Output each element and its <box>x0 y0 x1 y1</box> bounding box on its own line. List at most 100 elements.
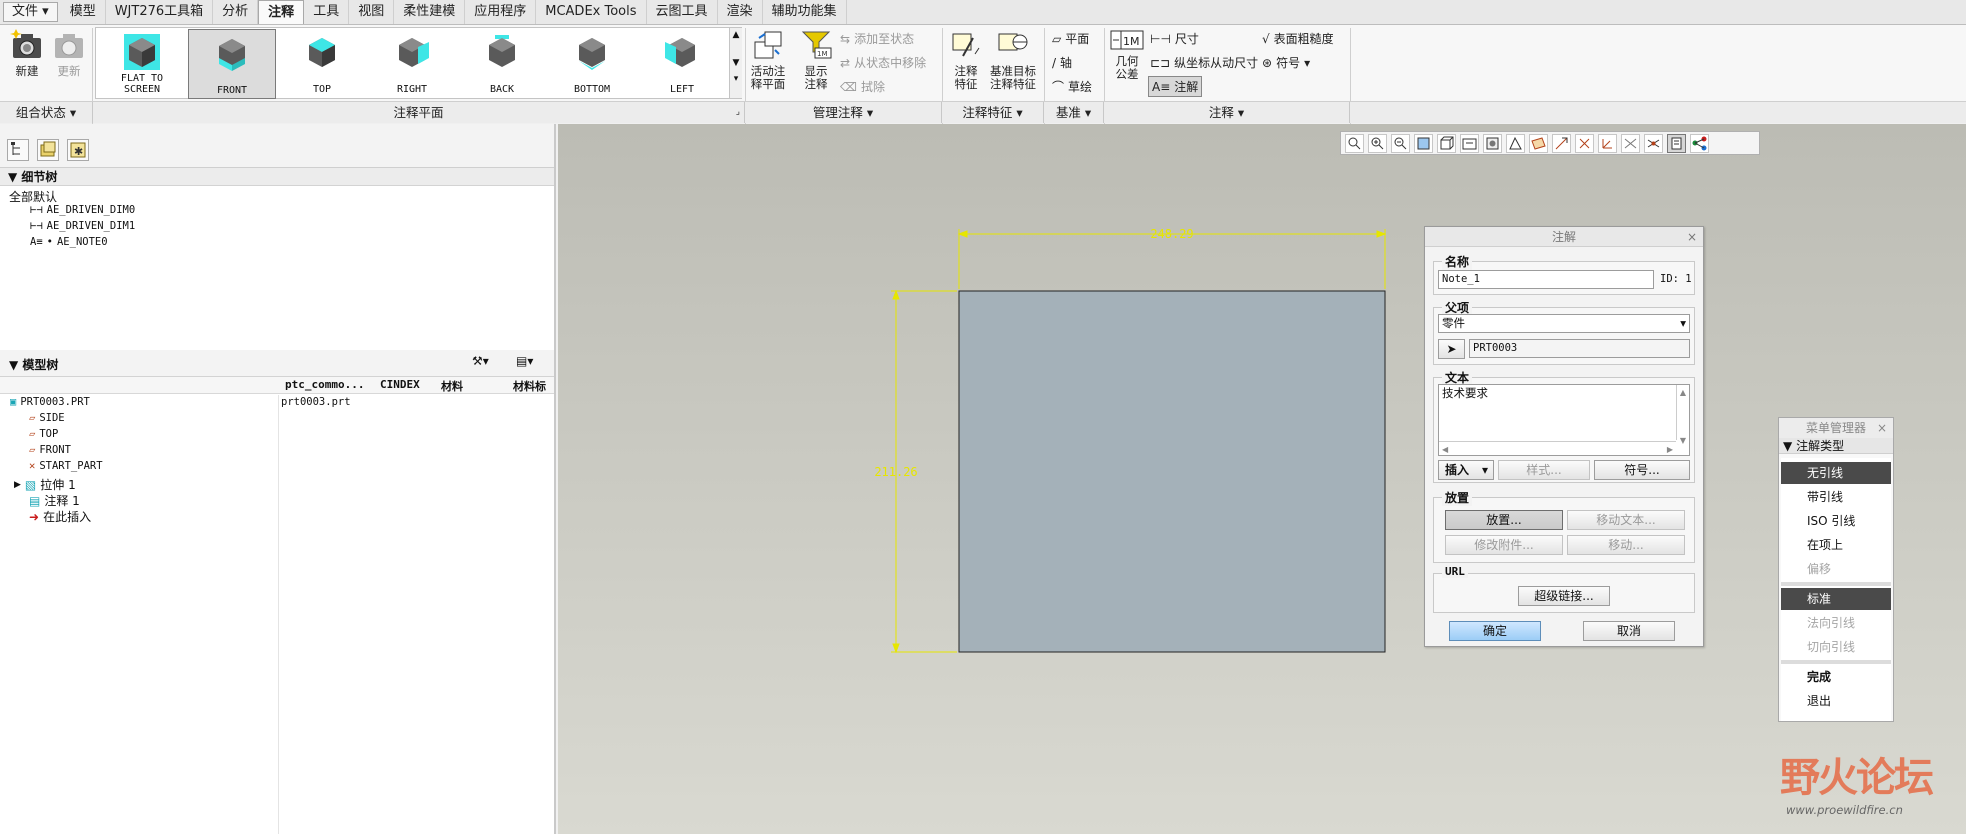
folder-browser-tab[interactable] <box>37 139 59 161</box>
symbol-button[interactable]: 符号... <box>1594 460 1690 480</box>
detail-item[interactable]: ⊢⊣ AE_DRIVEN_DIM1 <box>30 220 135 232</box>
gallery-scrollbar[interactable]: ▲ ▼ ▾ <box>729 28 742 98</box>
datum-plane-button[interactable]: ▱ 平面 <box>1052 30 1089 47</box>
view-flat-to-screen[interactable]: FLAT TO SCREEN <box>98 29 186 99</box>
tab-analysis[interactable]: 分析 <box>213 0 259 24</box>
tree-item-top[interactable]: ▱ TOP <box>29 428 58 440</box>
menu-item-iso-leader[interactable]: ISO 引线 <box>1781 510 1891 532</box>
detail-tree-header[interactable]: ▼ 细节树 <box>0 168 554 186</box>
file-menu[interactable]: 文件 ▾ <box>3 2 58 22</box>
tab-applications[interactable]: 应用程序 <box>465 0 537 24</box>
close-icon[interactable]: × <box>1687 227 1697 247</box>
menu-item-done[interactable]: 完成 <box>1781 666 1891 688</box>
menu-item-normal-leader[interactable]: 法向引线 <box>1781 612 1891 634</box>
tree-settings-icon[interactable]: ⚒▾ <box>472 354 489 368</box>
menu-item-offset[interactable]: 偏移 <box>1781 558 1891 580</box>
datum-axis-button[interactable]: / 轴 <box>1052 54 1072 71</box>
tree-root[interactable]: ▣ PRT0003.PRT <box>10 396 90 408</box>
hyperlink-button[interactable]: 超级链接... <box>1518 586 1610 606</box>
annotation-button[interactable]: A≡ 注解 <box>1148 76 1203 97</box>
surface-finish-button[interactable]: √ 表面粗糙度 <box>1262 30 1334 47</box>
group-combo-state[interactable]: 组合状态 ▾ <box>0 102 93 123</box>
annotation-feature-button[interactable]: 注释 特征 <box>946 28 986 91</box>
show-annotations-button[interactable]: 1M 显示 注释 <box>796 28 836 91</box>
column-ptc-common[interactable]: ptc_commo... <box>285 378 364 391</box>
favorites-tab[interactable]: ✱ <box>67 139 89 161</box>
erase-button[interactable]: ⌫ 拭除 <box>840 78 885 95</box>
tab-flexible-modeling[interactable]: 柔性建模 <box>394 0 466 24</box>
text-vscrollbar[interactable]: ▲ ▼ <box>1676 385 1689 445</box>
menu-item-standard[interactable]: 标准 <box>1781 588 1891 610</box>
geometric-tolerance-button[interactable]: 1M 几何 公差 <box>1108 28 1146 81</box>
tree-item-annotation[interactable]: ▤ 注释 1 <box>29 492 80 509</box>
datum-target-button[interactable]: 基准目标 注释特征 <box>986 28 1040 91</box>
dimension-button[interactable]: ⊢⊣ 尺寸 <box>1150 30 1199 47</box>
remove-from-state-button[interactable]: ⇄ 从状态中移除 <box>840 54 926 71</box>
group-manage-annotations[interactable]: 管理注释 ▾ <box>745 102 942 123</box>
insert-button[interactable]: 插入 ▾ <box>1438 460 1494 480</box>
menu-item-quit[interactable]: 退出 <box>1781 690 1891 712</box>
group-datum[interactable]: 基准 ▾ <box>1044 102 1104 123</box>
tab-model[interactable]: 模型 <box>61 0 106 24</box>
tab-tools[interactable]: 工具 <box>304 0 350 24</box>
menu-item-with-leader[interactable]: 带引线 <box>1781 486 1891 508</box>
modify-attachment-button[interactable]: 修改附件... <box>1445 535 1563 555</box>
text-hscrollbar[interactable]: ◀ ▶ <box>1439 441 1676 455</box>
place-button[interactable]: 放置... <box>1445 510 1563 530</box>
add-to-state-button[interactable]: ⇆ 添加至状态 <box>840 30 914 47</box>
view-left[interactable]: LEFT <box>638 29 726 99</box>
tab-annotate[interactable]: 注释 <box>258 0 305 24</box>
model-tree-tab[interactable] <box>7 139 29 161</box>
gallery-expand-icon[interactable]: ▾ <box>730 74 742 84</box>
detail-item[interactable]: A≡ • AE_NOTE0 <box>30 236 108 248</box>
group-annotations[interactable]: 注释 ▾ <box>1104 102 1350 123</box>
parent-ref-field[interactable]: PRT0003 <box>1469 339 1690 358</box>
parent-type-select[interactable]: 零件 ▾ <box>1438 314 1690 333</box>
tab-cloud-tools[interactable]: 云图工具 <box>647 0 718 24</box>
ordinate-driven-dimension-button[interactable]: ⊏⊐ 纵坐标从动尺寸 <box>1150 54 1258 71</box>
column-material[interactable]: 材料 <box>441 378 463 394</box>
tab-wjt276-toolbox[interactable]: WJT276工具箱 <box>106 0 214 24</box>
symbol-button[interactable]: ⊛ 符号 ▾ <box>1262 54 1310 71</box>
part-face[interactable] <box>958 290 1386 653</box>
tree-columns-icon[interactable]: ▤▾ <box>516 354 533 368</box>
view-right[interactable]: RIGHT <box>368 29 456 99</box>
scroll-down-icon[interactable]: ▼ <box>730 58 742 68</box>
scroll-up-icon[interactable]: ▲ <box>730 30 742 40</box>
update-state-button[interactable]: 更新 <box>50 28 88 78</box>
activate-annotation-plane-button[interactable]: 活动注 释平面 <box>746 28 790 91</box>
graphics-window[interactable]: 248.29 211.26 <box>558 124 1966 834</box>
tab-mcadex-tools[interactable]: MCADEx Tools <box>536 0 647 24</box>
dialog-titlebar[interactable]: 注解 × <box>1425 227 1703 247</box>
menu-item-no-leader[interactable]: 无引线 <box>1781 462 1891 484</box>
tree-item-start-part[interactable]: ✕ START_PART <box>29 460 103 472</box>
detail-root[interactable]: 全部默认 <box>9 188 57 205</box>
tree-item-extrude[interactable]: ▶ ▧ 拉伸 1 <box>14 476 76 493</box>
menu-item-on-item[interactable]: 在项上 <box>1781 534 1891 556</box>
tab-render[interactable]: 渲染 <box>718 0 763 24</box>
tree-insert-here[interactable]: ➜ 在此插入 <box>29 508 91 525</box>
view-top[interactable]: TOP <box>278 29 366 99</box>
expand-arrow-icon[interactable]: ▶ <box>14 480 21 490</box>
dialog-launcher-icon[interactable]: ⌟ <box>736 102 740 123</box>
name-field[interactable]: Note_1 <box>1438 270 1654 289</box>
new-state-button[interactable]: 新建 <box>8 28 46 78</box>
column-cindex[interactable]: CINDEX <box>380 378 420 391</box>
view-front[interactable]: FRONT <box>188 29 276 99</box>
style-button[interactable]: 样式... <box>1498 460 1590 480</box>
menu-manager-titlebar[interactable]: 菜单管理器 × <box>1779 418 1893 438</box>
view-bottom[interactable]: BOTTOM <box>548 29 636 99</box>
move-button[interactable]: 移动... <box>1567 535 1685 555</box>
tab-auxiliary[interactable]: 辅助功能集 <box>763 0 847 24</box>
select-parent-button[interactable]: ➤ <box>1438 339 1465 359</box>
move-text-button[interactable]: 移动文本... <box>1567 510 1685 530</box>
sketch-button[interactable]: ⌒ 草绘 <box>1052 78 1092 95</box>
tree-item-front[interactable]: ▱ FRONT <box>29 444 71 456</box>
note-text-area[interactable]: 技术要求 ▲ ▼ ◀ ▶ <box>1438 384 1690 456</box>
close-icon[interactable]: × <box>1877 418 1887 438</box>
note-type-header[interactable]: ▼ 注解类型 <box>1779 438 1893 454</box>
ok-button[interactable]: 确定 <box>1449 621 1541 641</box>
model-tree-header[interactable]: ▼ 模型树 ⚒▾ ▤▾ <box>0 350 554 377</box>
column-material-mark[interactable]: 材料标 <box>513 378 546 394</box>
tab-view[interactable]: 视图 <box>349 0 395 24</box>
